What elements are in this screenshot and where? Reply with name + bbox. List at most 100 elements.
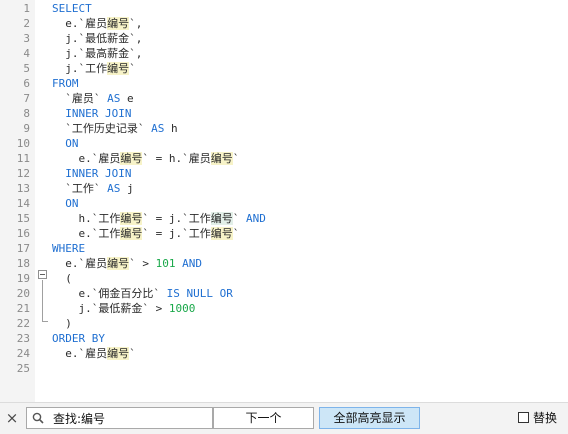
- code-text: j.`最高薪金`,: [52, 47, 143, 60]
- code-line[interactable]: FROM: [52, 76, 79, 91]
- code-text: h: [164, 122, 178, 135]
- code-text: ` >: [129, 257, 156, 270]
- code-text: `: [232, 152, 240, 165]
- close-find-bar-button[interactable]: ×: [5, 410, 19, 426]
- code-line[interactable]: j.`工作编号`: [52, 61, 136, 76]
- code-line[interactable]: INNER JOIN: [52, 166, 131, 181]
- code-line[interactable]: e.`工作编号` = j.`工作编号`: [52, 226, 239, 241]
- code-text: `: [232, 227, 240, 240]
- line-number: 8: [23, 107, 30, 120]
- line-number: 11: [16, 152, 30, 165]
- code-line[interactable]: e.`佣金百分比` IS NULL OR: [52, 286, 232, 301]
- code-line[interactable]: e.`雇员编号` = h.`雇员编号`: [52, 151, 239, 166]
- code-text: ` = h.`雇员: [142, 152, 211, 165]
- code-line[interactable]: ON: [52, 196, 79, 211]
- line-number: 18: [16, 257, 30, 270]
- line-number: 19: [16, 272, 30, 285]
- search-match: 编号: [120, 227, 143, 240]
- sql-keyword: AS: [107, 92, 121, 105]
- code-line[interactable]: e.`雇员编号`: [52, 346, 136, 361]
- code-line[interactable]: ): [52, 316, 72, 331]
- search-match: 编号: [107, 257, 130, 270]
- code-line[interactable]: h.`工作编号` = j.`工作编号` AND: [52, 211, 266, 226]
- line-number: 3: [23, 32, 30, 45]
- code-line[interactable]: e.`雇员编号` > 101 AND: [52, 256, 202, 271]
- highlight-all-button[interactable]: 全部高亮显示: [319, 407, 420, 429]
- code-line[interactable]: j.`最低薪金`,: [52, 31, 142, 46]
- code-editor[interactable]: 1 2 3 4 5 6 7 8 9 10 11 12 13 14 15 16 17 18 19 20 21 22 23 24 2…: [0, 0, 568, 402]
- line-number: 24: [16, 347, 30, 360]
- sql-keyword: AND: [245, 212, 266, 225]
- code-text: ): [52, 317, 72, 330]
- line-number: 13: [16, 182, 30, 195]
- code-line[interactable]: `工作历史记录` AS h: [52, 121, 178, 136]
- line-number: 7: [23, 92, 30, 105]
- number-literal: 101: [155, 257, 176, 270]
- close-icon[interactable]: ×: [6, 409, 19, 427]
- code-line[interactable]: ON: [52, 136, 79, 151]
- find-next-button[interactable]: 下一个: [213, 407, 314, 429]
- code-text: ` = j.`工作: [142, 212, 211, 225]
- line-number: 1: [23, 2, 30, 15]
- code-text: j.`最低薪金` >: [52, 302, 169, 315]
- code-text: `,: [129, 17, 143, 30]
- sql-keyword: SELECT: [52, 2, 92, 15]
- code-text: `工作历史记录`: [52, 122, 152, 135]
- code-text: e.`佣金百分比`: [52, 287, 167, 300]
- fold-guide-line: [42, 280, 43, 322]
- search-match: 编号: [107, 347, 130, 360]
- line-number: 14: [16, 197, 30, 210]
- replace-checkbox[interactable]: [518, 412, 529, 423]
- line-number: 25: [16, 362, 30, 375]
- search-match: 编号: [120, 212, 143, 225]
- line-number-gutter: 1 2 3 4 5 6 7 8 9 10 11 12 13 14 15 16 17 18 19 20 21 22 23 24 2…: [0, 0, 35, 402]
- code-line[interactable]: e.`雇员编号`,: [52, 16, 142, 31]
- code-line[interactable]: WHERE: [52, 241, 85, 256]
- code-line[interactable]: ORDER BY: [52, 331, 105, 346]
- search-field[interactable]: [26, 407, 240, 429]
- code-line[interactable]: `工作` AS j: [52, 181, 133, 196]
- code-line[interactable]: j.`最高薪金`,: [52, 46, 142, 61]
- line-number: 5: [23, 62, 30, 75]
- line-number: 2: [23, 17, 30, 30]
- sql-keyword: ON: [65, 197, 79, 210]
- code-text: `工作`: [52, 182, 108, 195]
- search-input[interactable]: [53, 410, 178, 426]
- code-line[interactable]: (: [52, 271, 72, 286]
- code-line[interactable]: SELECT: [52, 1, 92, 16]
- code-text: `: [232, 212, 246, 225]
- code-text: e.`雇员: [52, 17, 108, 30]
- code-text: e.`雇员: [52, 257, 108, 270]
- replace-label: 替换: [533, 411, 558, 425]
- search-match: 编号: [107, 17, 130, 30]
- code-text: e: [120, 92, 134, 105]
- line-number: 16: [16, 227, 30, 240]
- code-text: j.`工作: [52, 62, 108, 75]
- line-number: 4: [23, 47, 30, 60]
- sql-keyword: AS: [151, 122, 165, 135]
- code-text: j.`最低薪金`,: [52, 32, 143, 45]
- sql-keyword: ORDER BY: [52, 332, 105, 345]
- fold-guide-end: [42, 321, 48, 322]
- sql-keyword: AND: [182, 257, 202, 270]
- search-match: 编号: [210, 152, 233, 165]
- find-bar: × 下一个 全部高亮显示 替换: [0, 402, 568, 434]
- number-literal: 1000: [168, 302, 196, 315]
- current-search-match: 编号: [210, 212, 233, 225]
- code-line[interactable]: INNER JOIN: [52, 106, 131, 121]
- sql-keyword: ON: [65, 137, 79, 150]
- collapse-fold-icon[interactable]: [38, 270, 47, 279]
- line-number: 21: [16, 302, 30, 315]
- line-number: 10: [16, 137, 30, 150]
- search-icon: [32, 412, 44, 424]
- code-text: `: [129, 62, 136, 75]
- code-line[interactable]: `雇员` AS e: [52, 91, 134, 106]
- search-match: 编号: [120, 152, 143, 165]
- line-number: 22: [16, 317, 30, 330]
- code-text: e.`雇员: [52, 152, 121, 165]
- code-text: ` = j.`工作: [142, 227, 211, 240]
- code-line[interactable]: j.`最低薪金` > 1000: [52, 301, 195, 316]
